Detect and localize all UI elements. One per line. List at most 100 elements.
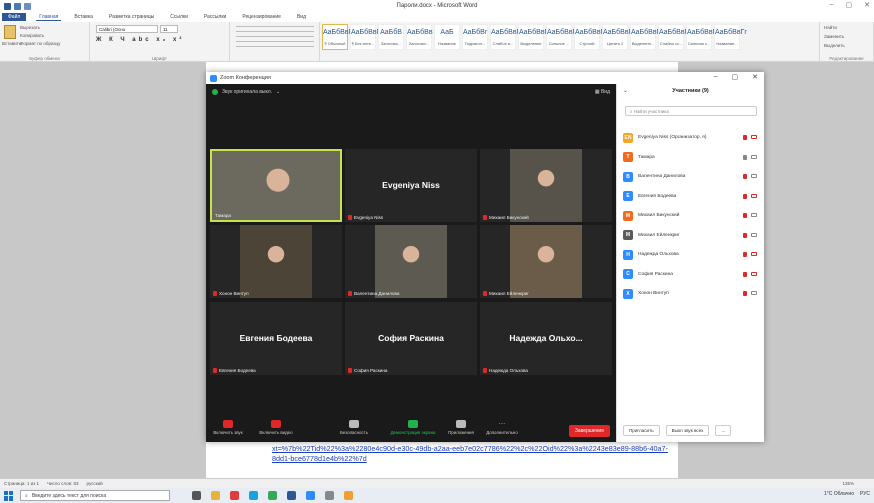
tile-name-tag: Надежда Ольхова [483, 368, 528, 373]
more-button[interactable]: … Дополнительно [482, 419, 522, 435]
style-sample: AaБбВвГг [603, 29, 635, 36]
video-tile[interactable]: Тамара [210, 149, 342, 222]
microphone-off-icon [743, 271, 747, 277]
original-sound-toggle[interactable]: Звук оригинала выкл. ⌄ [212, 89, 280, 95]
video-tile[interactable]: Михаил Ейленкриг [480, 225, 612, 298]
ribbon-tabs: Файл Главная Вставка Разметка страницы С… [0, 12, 874, 22]
taskbar-search[interactable]: ⌕ Введите здесь текст для поиска [20, 490, 170, 501]
video-tile[interactable]: Михаил Бикунский [480, 149, 612, 222]
document-link-text[interactable]: xt=%7b%22Tid%22%3a%2280e4c90d-e30c-49db-… [272, 444, 672, 464]
word-count[interactable]: Число слов: 83 [47, 481, 79, 486]
save-icon[interactable] [4, 2, 11, 10]
minimize-icon[interactable]: – [830, 1, 834, 9]
video-tile[interactable]: Хонон Винтуп [210, 225, 342, 298]
security-button[interactable]: Безопасность [336, 420, 372, 435]
video-tile[interactable]: Валентина Данилова [345, 225, 477, 298]
style-item[interactable]: AaБбВвГг Название... [714, 24, 747, 50]
find-button[interactable]: Найти [824, 25, 837, 30]
tab-review[interactable]: Рецензирование [239, 14, 284, 20]
style-item[interactable]: AaБбВвГг Сильное ... [546, 24, 579, 50]
participant-row[interactable]: T Тамара [623, 148, 763, 168]
tab-references[interactable]: Ссылки [167, 14, 191, 20]
paragraph-buttons[interactable] [236, 26, 314, 48]
invite-button[interactable]: Пригласить [623, 425, 660, 436]
zoom-icon[interactable] [306, 491, 315, 500]
language-indicator[interactable]: русский [87, 481, 103, 486]
video-tile[interactable]: Надежда Ольхо... Надежда Ольхова [480, 302, 612, 375]
start-video-button[interactable]: Включить видео [256, 420, 296, 435]
yandex-icon[interactable] [230, 491, 239, 500]
video-tile[interactable]: Евгения Бодеева Евгения Бодеева [210, 302, 342, 375]
participant-row[interactable]: EN Evgeniya Niss (Организатор, я) [623, 128, 763, 148]
font-size-select[interactable]: 11 [160, 25, 178, 33]
participant-row[interactable]: Е Евгения Бодеева [623, 187, 763, 207]
tab-view[interactable]: Вид [294, 14, 309, 20]
word-icon[interactable] [287, 491, 296, 500]
style-item[interactable]: AaБбВвГг Слабое в... [490, 24, 523, 50]
photos-icon[interactable] [325, 491, 334, 500]
tab-home[interactable]: Главная [36, 14, 62, 21]
zoom-maximize-icon[interactable]: ▢ [732, 73, 739, 81]
participant-search-input[interactable]: ⌕ Найти участника [625, 106, 757, 116]
weather-indicator[interactable]: 1°C Облачно [824, 491, 854, 497]
apps-button[interactable]: Приложения [444, 420, 478, 435]
style-item[interactable]: AaБбВг Подзагол... [462, 24, 488, 50]
style-item[interactable]: AaБбВвГг Слабая сс... [658, 24, 691, 50]
cut-button[interactable]: Вырезать [20, 25, 40, 30]
participant-row[interactable]: М Михаил Ейленкриг [623, 226, 763, 246]
zoom-level[interactable]: 135% [842, 481, 854, 486]
replace-button[interactable]: Заменить [824, 34, 844, 39]
tab-mailings[interactable]: Рассылки [201, 14, 229, 20]
tab-file[interactable]: Файл [2, 13, 27, 21]
tab-page-layout[interactable]: Разметка страницы [106, 14, 157, 20]
select-button[interactable]: Выделить [824, 43, 845, 48]
language-tray[interactable]: РУС [860, 491, 870, 497]
video-tile[interactable]: София Раскина София Раскина [345, 302, 477, 375]
zoom-minimize-icon[interactable]: – [714, 73, 718, 81]
page-count[interactable]: Страница: 1 из 1 [4, 481, 39, 486]
participant-row[interactable]: В Валентина Данилова [623, 167, 763, 187]
task-view-icon[interactable] [192, 491, 201, 500]
participant-video [375, 225, 447, 298]
tab-insert[interactable]: Вставка [71, 14, 96, 20]
video-tile[interactable]: Evgeniya Niss Evgeniya Niss [345, 149, 477, 222]
more-label: Дополнительно [486, 430, 518, 435]
copy-button[interactable]: Копировать [20, 33, 44, 38]
participant-row[interactable]: Х Хонон Винтуп [623, 284, 763, 304]
start-icon[interactable] [4, 490, 14, 501]
microphone-off-icon [223, 420, 233, 428]
style-item[interactable]: AaБбВвГг Строгий [574, 24, 607, 50]
participant-row[interactable]: С София Раскина [623, 265, 763, 285]
undo-icon[interactable] [14, 2, 21, 10]
style-item[interactable]: AaБбВвГг ¶ Без инте... [350, 24, 383, 50]
style-item[interactable]: AaБбВвГг Выделенн... [630, 24, 663, 50]
paste-button[interactable]: Вставить [2, 41, 21, 46]
style-item[interactable]: AaБбВвГг ¶ Обычный [322, 24, 355, 50]
style-item[interactable]: AaБбВв Заголово... [406, 24, 433, 50]
paste-icon[interactable] [4, 25, 16, 39]
format-painter-button[interactable]: Формат по образцу [20, 41, 60, 46]
redo-icon[interactable] [24, 2, 31, 10]
style-item[interactable]: AaБбВвГг Цитата 2 [602, 24, 635, 50]
view-button[interactable]: ▦ Вид [595, 89, 610, 95]
style-item[interactable]: AaБ Название [434, 24, 460, 50]
style-item[interactable]: AaБбВвГг Сильная с... [686, 24, 719, 50]
end-meeting-button[interactable]: Завершение [568, 425, 610, 437]
skype-icon[interactable] [249, 491, 258, 500]
explorer-icon[interactable] [211, 491, 220, 500]
participant-row[interactable]: Н Надежда Ольхова [623, 245, 763, 265]
format-buttons[interactable]: Ж К Ч abc x₂ x² [96, 37, 184, 43]
font-family-select[interactable]: Calibri (Осно [96, 25, 158, 33]
close-icon[interactable]: ✕ [864, 1, 870, 9]
participant-row[interactable]: М Михаил Бикунский [623, 206, 763, 226]
unmute-button[interactable]: Включить звук [210, 420, 246, 435]
paint-icon[interactable] [344, 491, 353, 500]
style-item[interactable]: AaБбВвГг Выделение [518, 24, 551, 50]
chrome-icon[interactable] [268, 491, 277, 500]
share-screen-button[interactable]: Демонстрация экрана [386, 420, 440, 435]
style-item[interactable]: AaБбВ Заголово... [378, 24, 404, 50]
maximize-icon[interactable]: ▢ [846, 1, 853, 9]
mute-all-button[interactable]: Выкл звук всех [665, 425, 710, 436]
zoom-close-icon[interactable]: ✕ [752, 73, 758, 81]
panel-more-button[interactable]: ... [715, 425, 732, 436]
